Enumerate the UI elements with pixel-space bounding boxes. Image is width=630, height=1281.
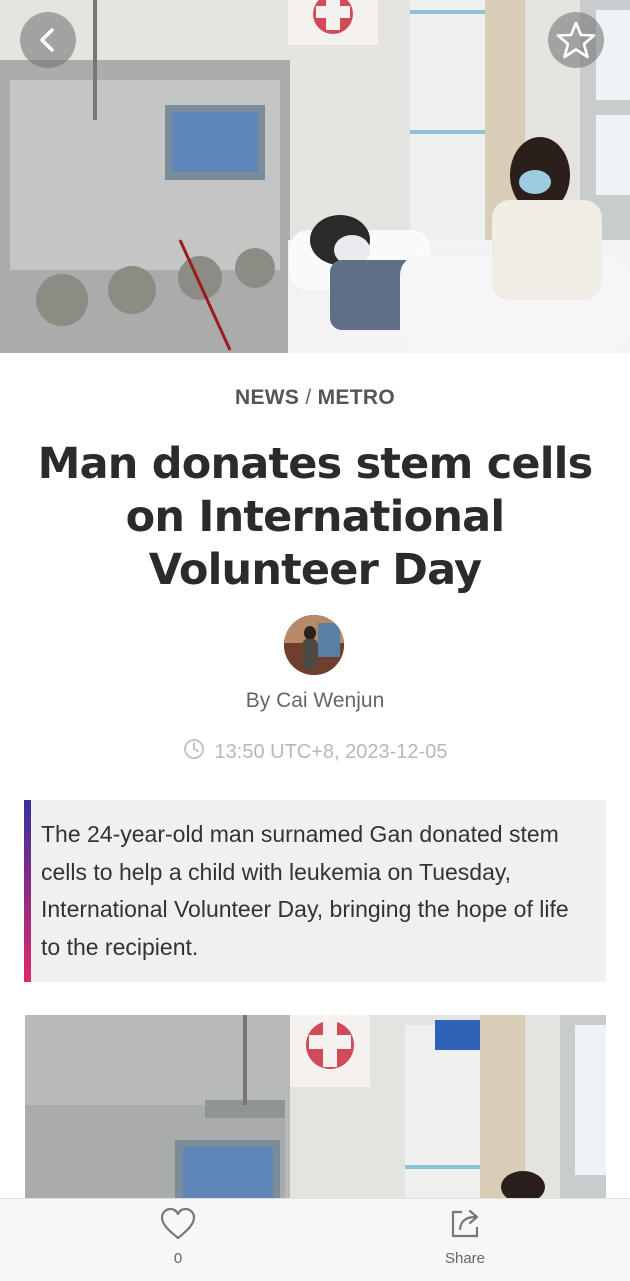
- share-label: Share: [444, 1250, 486, 1267]
- bottom-action-bar: 0 Share: [0, 1198, 630, 1281]
- category-separator: /: [305, 386, 312, 409]
- author-byline[interactable]: By Cai Wenjun: [0, 689, 630, 713]
- publish-time: 13:50 UTC+8, 2023-12-05: [0, 738, 630, 766]
- hero-photo: [0, 0, 630, 353]
- chevron-left-icon: [34, 26, 62, 54]
- author-avatar-image: [284, 615, 344, 675]
- hero-photo-illustration: [0, 0, 630, 353]
- publish-time-text: 13:50 UTC+8, 2023-12-05: [214, 740, 448, 763]
- share-icon: [448, 1207, 482, 1246]
- article-summary: The 24-year-old man surnamed Gan donated…: [24, 800, 606, 982]
- subcategory-link[interactable]: METRO: [318, 386, 395, 409]
- category-breadcrumb: NEWS / METRO: [0, 386, 630, 410]
- summary-text: The 24-year-old man surnamed Gan donated…: [41, 821, 569, 960]
- heart-outline-icon: [160, 1207, 196, 1246]
- like-button[interactable]: 0: [123, 1207, 233, 1273]
- favorite-button[interactable]: [548, 12, 604, 68]
- like-count: 0: [173, 1250, 183, 1267]
- author-avatar[interactable]: [284, 615, 344, 675]
- article-title: Man donates stem cells on International …: [37, 439, 594, 595]
- share-button[interactable]: Share: [410, 1207, 520, 1273]
- summary-accent-bar: [24, 800, 31, 982]
- category-link[interactable]: NEWS: [235, 386, 299, 409]
- back-button[interactable]: [20, 12, 76, 68]
- clock-icon: [183, 738, 205, 766]
- star-outline-icon: [556, 20, 596, 60]
- article-photo-illustration: [25, 1015, 606, 1205]
- article-photo[interactable]: [25, 1015, 606, 1205]
